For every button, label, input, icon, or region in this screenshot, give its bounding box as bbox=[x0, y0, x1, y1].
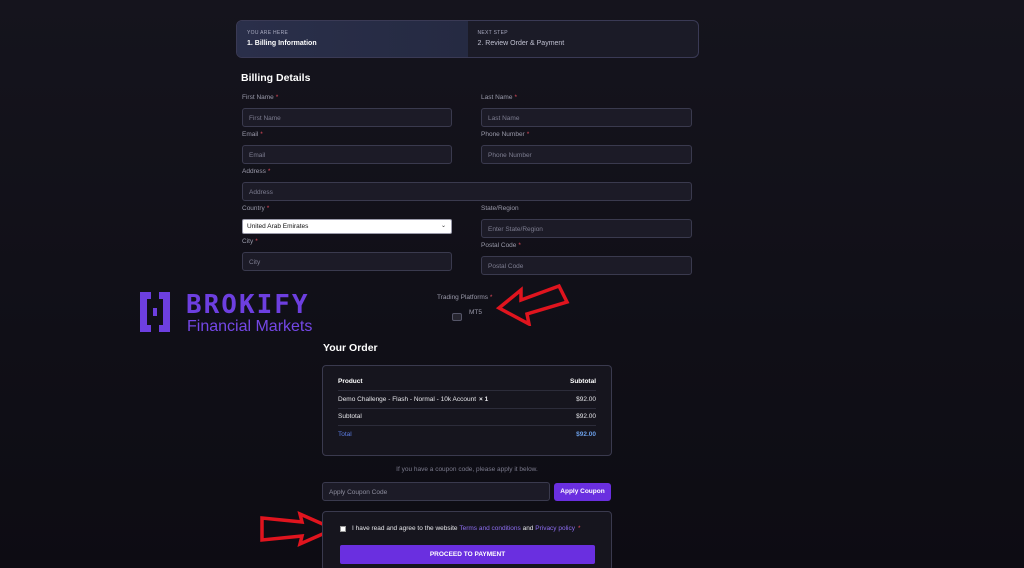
postal-field: Postal Code * Postal Code bbox=[481, 242, 692, 275]
table-row: Subtotal $92.00 bbox=[338, 409, 596, 426]
product-column-header: Product bbox=[338, 377, 363, 385]
first-name-input[interactable]: First Name bbox=[242, 108, 452, 127]
privacy-link[interactable]: Privacy policy bbox=[535, 525, 575, 532]
required-mark: * bbox=[526, 131, 530, 138]
brokify-logo-mark-icon bbox=[140, 292, 170, 332]
required-mark: * bbox=[266, 205, 270, 212]
step-current-label: 1. Billing Information bbox=[247, 40, 317, 47]
subtotal-label: Subtotal bbox=[338, 413, 362, 421]
email-field: Email * Email bbox=[242, 131, 452, 164]
country-label: Country bbox=[242, 205, 265, 212]
agreement-and-text: and bbox=[522, 525, 534, 532]
checkout-steps: YOU ARE HERE 1. Billing Information NEXT… bbox=[236, 20, 699, 58]
city-field: City * City bbox=[242, 238, 452, 271]
email-label: Email bbox=[242, 131, 259, 138]
billing-details-title: Billing Details bbox=[241, 72, 311, 84]
phone-field: Phone Number * Phone Number bbox=[481, 131, 692, 164]
chevron-down-icon: ⌄ bbox=[440, 223, 446, 229]
apply-coupon-button[interactable]: Apply Coupon bbox=[554, 483, 611, 501]
red-arrow-icon bbox=[495, 283, 570, 326]
terms-checkbox[interactable] bbox=[340, 525, 346, 532]
step-current-caption: YOU ARE HERE bbox=[247, 30, 289, 36]
required-mark: * bbox=[267, 168, 271, 175]
order-item-name: Demo Challenge - Flash - Normal - 10k Ac… bbox=[338, 395, 477, 403]
required-mark: * bbox=[260, 131, 263, 138]
terms-agreement-row: I have read and agree to the website Ter… bbox=[340, 525, 581, 532]
agreement-text: I have read and agree to the website bbox=[352, 525, 458, 532]
city-label: City bbox=[242, 238, 254, 245]
agreement-panel: I have read and agree to the website Ter… bbox=[322, 511, 612, 568]
trading-platforms-label: Trading Platforms * bbox=[437, 294, 493, 301]
step-next-label: 2. Review Order & Payment bbox=[477, 40, 565, 47]
last-name-field: Last Name * Last Name bbox=[481, 94, 692, 127]
state-field: State/Region Enter State/Region bbox=[481, 205, 692, 238]
coupon-code-input[interactable]: Apply Coupon Code bbox=[322, 482, 550, 501]
order-table-header: Product Subtotal bbox=[338, 372, 596, 391]
address-field: Address * Address bbox=[242, 168, 692, 201]
state-label: State/Region bbox=[481, 205, 519, 212]
required-mark: * bbox=[577, 525, 581, 532]
logo-brand-text: BROKIFY bbox=[186, 290, 310, 320]
first-name-label: First Name bbox=[242, 94, 274, 101]
country-value: United Arab Emirates bbox=[247, 223, 309, 230]
required-mark: * bbox=[489, 294, 493, 301]
terms-link[interactable]: Terms and conditions bbox=[459, 525, 520, 532]
country-field: Country * United Arab Emirates ⌄ bbox=[242, 205, 452, 234]
last-name-label: Last Name bbox=[481, 94, 513, 101]
last-name-input[interactable]: Last Name bbox=[481, 108, 692, 127]
step-next-caption: NEXT STEP bbox=[477, 30, 508, 36]
required-mark: * bbox=[255, 238, 258, 245]
email-input[interactable]: Email bbox=[242, 145, 452, 164]
total-value: $92.00 bbox=[576, 431, 596, 439]
required-mark: * bbox=[514, 94, 517, 101]
phone-input[interactable]: Phone Number bbox=[481, 145, 692, 164]
table-row: Demo Challenge - Flash - Normal - 10k Ac… bbox=[338, 391, 596, 409]
step-review-order: NEXT STEP 2. Review Order & Payment bbox=[468, 21, 699, 57]
subtotal-column-header: Subtotal bbox=[570, 377, 596, 385]
state-input[interactable]: Enter State/Region bbox=[481, 219, 692, 238]
city-input[interactable]: City bbox=[242, 252, 452, 271]
order-table: Product Subtotal Demo Challenge - Flash … bbox=[322, 365, 612, 456]
mt5-checkbox[interactable] bbox=[452, 313, 462, 321]
total-label: Total bbox=[338, 431, 352, 439]
proceed-to-payment-button[interactable]: PROCEED TO PAYMENT bbox=[340, 545, 595, 564]
your-order-title: Your Order bbox=[323, 342, 378, 354]
order-item-price: $92.00 bbox=[576, 395, 596, 403]
first-name-field: First Name * First Name bbox=[242, 94, 452, 127]
coupon-note: If you have a coupon code, please apply … bbox=[396, 466, 538, 473]
phone-label: Phone Number bbox=[481, 131, 525, 138]
logo-subtitle: Financial Markets bbox=[187, 318, 313, 335]
required-mark: * bbox=[518, 242, 521, 249]
required-mark: * bbox=[275, 94, 279, 101]
address-label: Address bbox=[242, 168, 266, 175]
table-row: Total $92.00 bbox=[338, 426, 596, 444]
subtotal-value: $92.00 bbox=[576, 413, 596, 421]
brokify-logo: BROKIFY Financial Markets bbox=[137, 290, 352, 336]
country-select[interactable]: United Arab Emirates ⌄ bbox=[242, 219, 452, 234]
order-item-qty: × 1 bbox=[479, 395, 489, 403]
postal-label: Postal Code bbox=[481, 242, 517, 249]
postal-input[interactable]: Postal Code bbox=[481, 256, 692, 275]
mt5-option-label: MT5 bbox=[469, 309, 482, 316]
address-input[interactable]: Address bbox=[242, 182, 692, 201]
step-billing-information: YOU ARE HERE 1. Billing Information bbox=[237, 21, 468, 57]
